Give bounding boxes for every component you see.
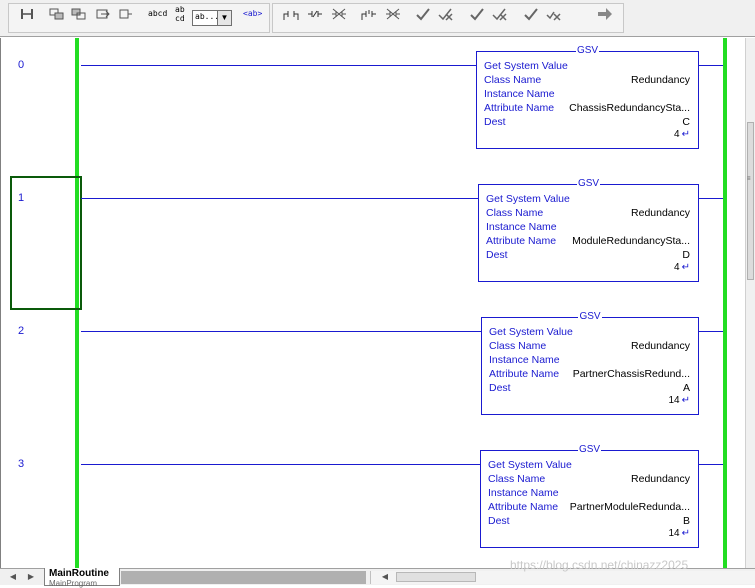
chevron-down-icon[interactable]: ▼ [217, 11, 231, 25]
attribute-name-value[interactable]: ChassisRedundancySta... [569, 101, 690, 115]
gsv-name: Get System Value [489, 326, 573, 338]
coil-ote-icon[interactable] [360, 5, 378, 23]
attribute-name-row[interactable]: Attribute Name PartnerModuleRedunda... [488, 500, 690, 514]
gsv-name: Get System Value [486, 193, 570, 205]
dest-value[interactable]: C [682, 115, 690, 129]
rung-wire-out [698, 198, 723, 199]
gsv-title: GSV [578, 311, 602, 322]
gsv-block[interactable]: GSV Get System Value Class Name Redundanc… [480, 444, 699, 548]
verify-error-icon[interactable] [544, 5, 562, 23]
gsv-block[interactable]: GSV Get System Value Class Name Redundanc… [476, 45, 699, 149]
display-mode-value: ab... [195, 12, 220, 21]
tab-scroll-area[interactable] [121, 571, 366, 584]
gsv-title: GSV [576, 178, 601, 189]
rung-wire [81, 464, 481, 465]
reset-icon[interactable] [490, 5, 508, 23]
attribute-name-row[interactable]: Attribute Name ChassisRedundancySta... [484, 101, 690, 115]
dest-current-value: 4 ↵ [674, 129, 690, 140]
instance-name-row[interactable]: Instance Name [489, 353, 690, 367]
class-name-value[interactable]: Redundancy [631, 206, 690, 220]
dest-current-value: 14 ↵ [668, 528, 690, 539]
coil-otl-icon[interactable] [384, 5, 402, 23]
tab-routine-label: MainRoutine [49, 568, 109, 579]
class-name-row[interactable]: Class Name Redundancy [486, 206, 690, 220]
gsv-title: GSV [575, 45, 600, 56]
instance-name-row[interactable]: Instance Name [486, 220, 690, 234]
watermark-text: https://blog.csdn.net/chinazz2025 [510, 558, 689, 572]
show-ab-text[interactable]: ab [175, 5, 185, 14]
contact-xic-icon[interactable] [282, 5, 300, 23]
attribute-name-value[interactable]: PartnerChassisRedund... [573, 367, 690, 381]
instance-name-row[interactable]: Instance Name [484, 87, 690, 101]
tab-program-label: MainProgram [49, 579, 98, 588]
rung-wire [81, 65, 477, 66]
horizontal-scroll-thumb[interactable] [396, 572, 476, 582]
class-name-row[interactable]: Class Name Redundancy [488, 472, 690, 486]
ladder-editor[interactable]: 0 GSV Get System Value Class Name Redunda… [0, 38, 745, 568]
arrow-left-icon: ↵ [681, 528, 690, 539]
show-abcd-text[interactable]: abcd [148, 9, 167, 18]
gsv-title: GSV [577, 444, 602, 455]
instance-name-row[interactable]: Instance Name [488, 486, 690, 500]
coil-otu-icon[interactable] [414, 5, 432, 23]
dest-current-value: 4 ↵ [674, 262, 690, 273]
scroll-left-icon[interactable]: ◀ [6, 571, 20, 583]
dest-row[interactable]: Dest C [484, 115, 690, 129]
insert-instruction-icon[interactable] [94, 5, 112, 23]
tab-main-routine[interactable]: MainRoutine MainProgram [44, 568, 120, 588]
class-name-row[interactable]: Class Name Redundancy [489, 339, 690, 353]
dest-row[interactable]: Dest B [488, 514, 690, 528]
dest-value[interactable]: A [683, 381, 690, 395]
timer-icon[interactable] [436, 5, 454, 23]
class-name-value[interactable]: Redundancy [631, 73, 690, 87]
rung-wire [81, 198, 479, 199]
output-instruction-icon[interactable] [117, 5, 135, 23]
class-name-value[interactable]: Redundancy [631, 339, 690, 353]
show-tag-text[interactable]: <ab> [243, 9, 262, 18]
dest-row[interactable]: Dest A [489, 381, 690, 395]
dest-row[interactable]: Dest D [486, 248, 690, 262]
attribute-name-row[interactable]: Attribute Name PartnerChassisRedund... [489, 367, 690, 381]
gsv-block[interactable]: GSV Get System Value Class Name Redundanc… [478, 178, 699, 282]
rung-wire-out [698, 331, 723, 332]
rung-wire [81, 331, 482, 332]
branch-level-icon[interactable] [70, 5, 88, 23]
rung-number[interactable]: 1 [18, 192, 24, 204]
contact-ons-icon[interactable] [330, 5, 348, 23]
scroll-right-icon[interactable]: ▶ [24, 571, 38, 583]
gsv-block[interactable]: GSV Get System Value Class Name Redundanc… [481, 311, 699, 415]
rung-wire-out [698, 65, 723, 66]
add-branch-icon[interactable] [48, 5, 66, 23]
gsv-name: Get System Value [484, 60, 568, 72]
dest-value[interactable]: D [682, 248, 690, 262]
attribute-name-value[interactable]: ModuleRedundancySta... [572, 234, 690, 248]
arrow-left-icon: ↵ [681, 262, 690, 273]
arrow-left-icon: ↵ [681, 129, 690, 140]
grip-icon: ≡ [747, 176, 751, 182]
attribute-name-value[interactable]: PartnerModuleRedunda... [570, 500, 690, 514]
counter-icon[interactable] [468, 5, 486, 23]
rung-icon[interactable] [18, 5, 36, 23]
class-name-value[interactable]: Redundancy [631, 472, 690, 486]
rung-number[interactable]: 0 [18, 59, 24, 71]
verify-icon[interactable] [522, 5, 540, 23]
class-name-row[interactable]: Class Name Redundancy [484, 73, 690, 87]
arrow-left-icon: ↵ [681, 395, 690, 406]
rung-wire-out [698, 464, 723, 465]
rung-number[interactable]: 2 [18, 325, 24, 337]
attribute-name-row[interactable]: Attribute Name ModuleRedundancySta... [486, 234, 690, 248]
dest-current-value: 14 ↵ [668, 395, 690, 406]
ladder-toolbar: abcd ab cd ab... ▼ <ab> [0, 0, 755, 37]
show-cd-text[interactable]: cd [175, 14, 185, 23]
contact-xio-icon[interactable] [306, 5, 324, 23]
scroll-left-arrow-icon[interactable]: ◀ [376, 571, 394, 583]
display-mode-select[interactable]: ab... ▼ [192, 10, 232, 26]
vertical-scrollbar[interactable]: ≡ [745, 38, 755, 568]
gsv-name: Get System Value [488, 459, 572, 471]
dest-value[interactable]: B [683, 514, 690, 528]
right-power-rail [723, 38, 727, 568]
rung-number[interactable]: 3 [18, 458, 24, 470]
go-arrow-icon[interactable] [596, 5, 614, 23]
vertical-scroll-thumb[interactable] [747, 122, 754, 280]
